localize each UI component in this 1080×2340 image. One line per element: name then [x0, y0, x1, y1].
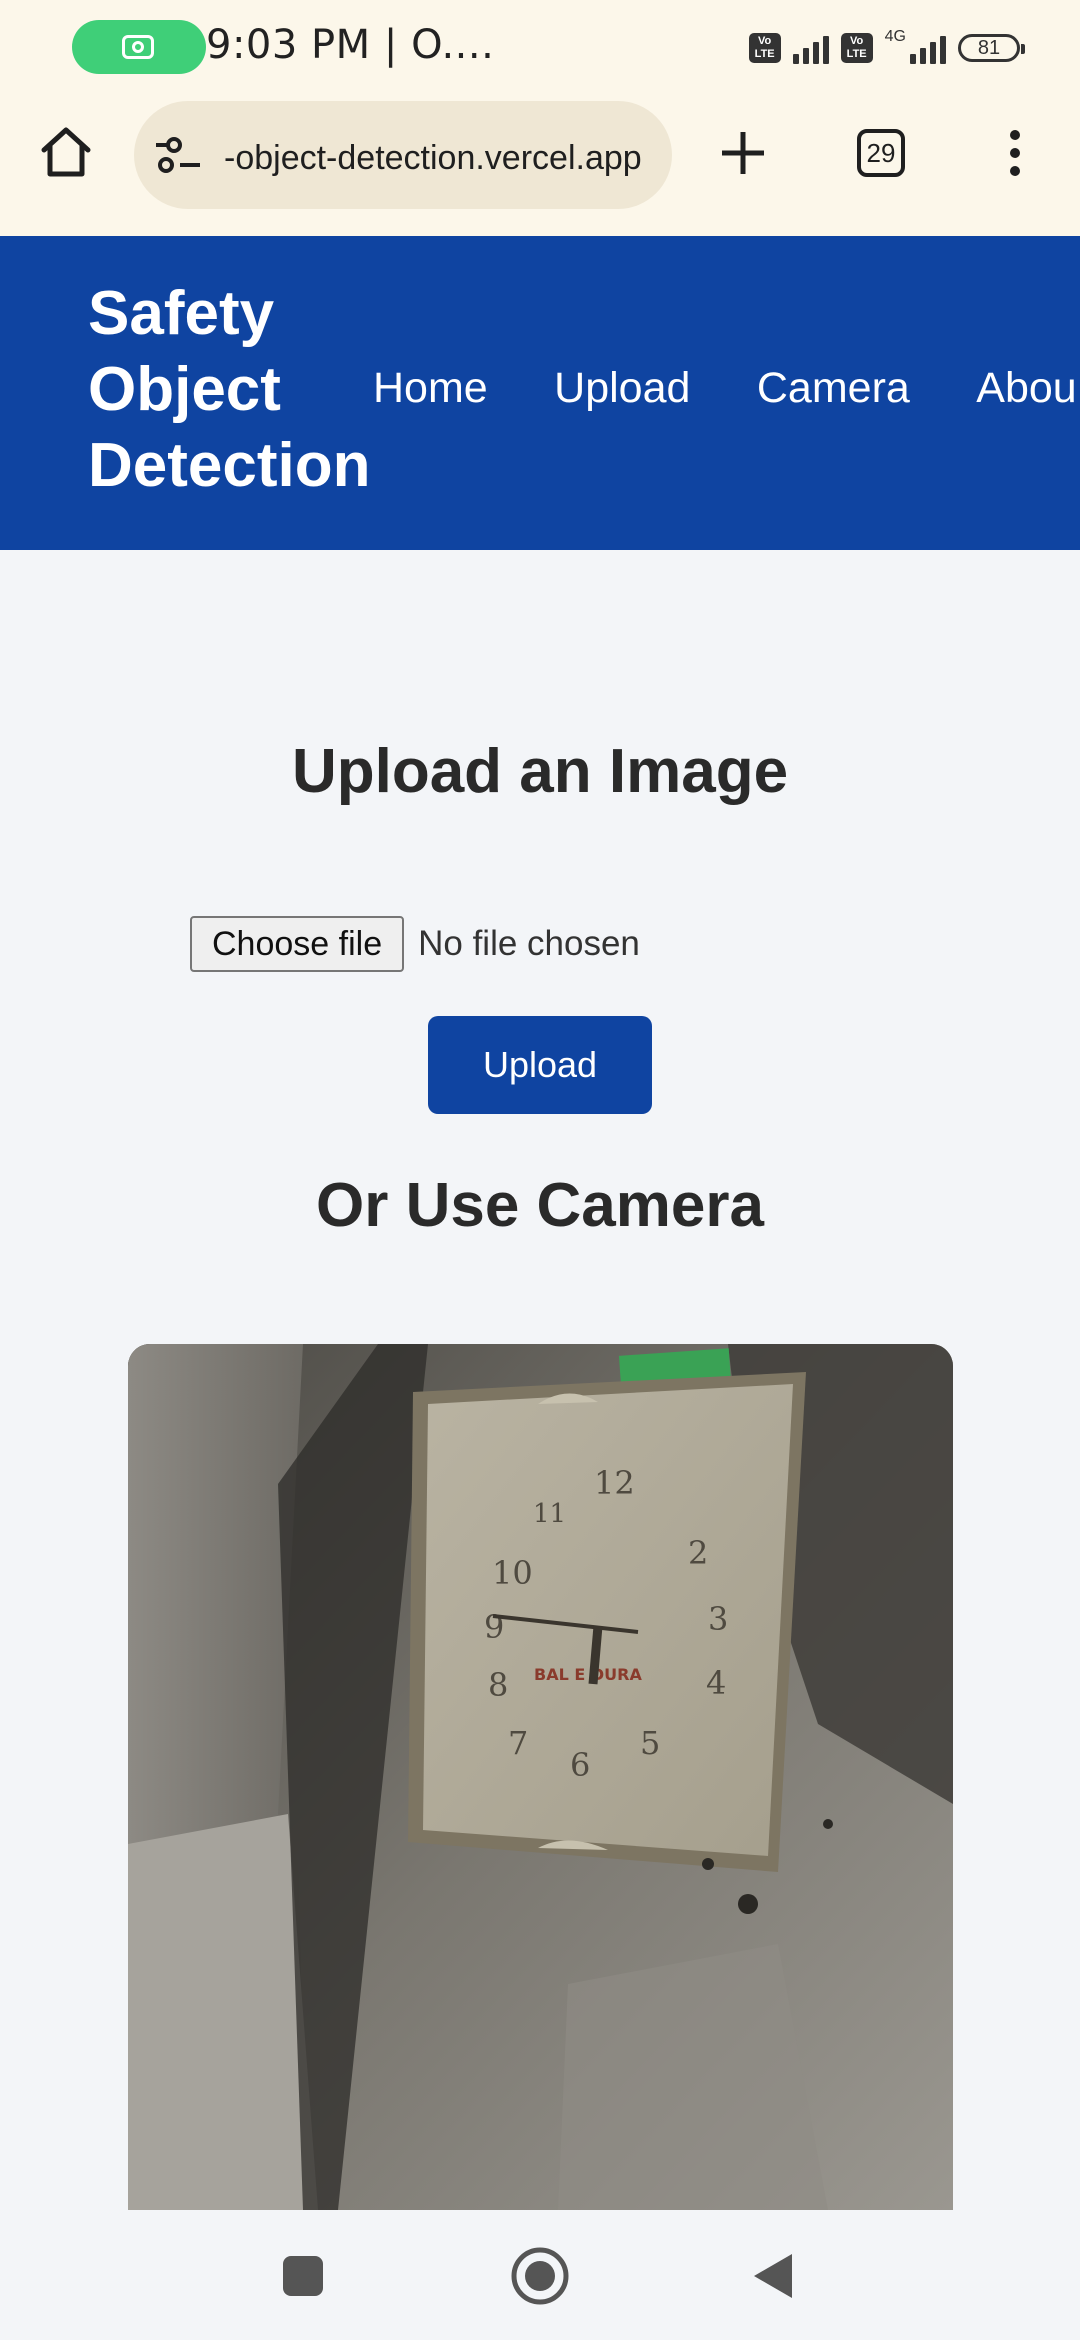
new-tab-icon[interactable] — [718, 128, 768, 178]
svg-text:9: 9 — [484, 1608, 504, 1646]
upload-button[interactable]: Upload — [428, 1016, 652, 1114]
url-text[interactable]: -object-detection.vercel.app — [224, 139, 654, 178]
address-bar[interactable]: -object-detection.vercel.app — [134, 101, 672, 209]
svg-text:10: 10 — [492, 1554, 533, 1592]
status-icons: Vo LTE Vo LTE 4G 81 — [748, 28, 1025, 68]
nav-home-link[interactable]: Home — [373, 364, 488, 412]
svg-text:2: 2 — [688, 1534, 708, 1572]
browser-toolbar: -object-detection.vercel.app 29 — [0, 96, 1080, 236]
svg-text:11: 11 — [533, 1499, 566, 1529]
site-brand[interactable]: Safety Object Detection — [88, 276, 388, 504]
clock-brand-text: BAL E DURA — [534, 1665, 642, 1684]
svg-text:4: 4 — [706, 1664, 726, 1702]
signal-strength-icon — [792, 32, 829, 64]
home-nav-icon[interactable] — [510, 2246, 570, 2306]
system-navigation-bar — [0, 2210, 1080, 2340]
recent-apps-icon[interactable] — [282, 2255, 324, 2297]
svg-text:7: 7 — [508, 1724, 528, 1762]
svg-text:8: 8 — [488, 1666, 508, 1704]
nav-upload-link[interactable]: Upload — [554, 364, 690, 412]
volte-icon: Vo LTE — [748, 33, 781, 63]
battery-icon: 81 — [958, 34, 1025, 62]
file-input[interactable]: Choose file No file chosen — [190, 916, 640, 972]
status-bar: 9:03 PM | O.... Vo LTE Vo LTE 4G 81 — [0, 0, 1080, 96]
camera-feed[interactable]: 12 11 2 10 3 9 4 8 7 5 6 BAL E DURA — [128, 1344, 953, 2210]
site-nav: Home Upload Camera Abou — [373, 364, 1080, 413]
home-icon[interactable] — [38, 124, 94, 180]
svg-text:5: 5 — [640, 1724, 660, 1762]
camera-in-use-indicator[interactable] — [72, 20, 206, 74]
choose-file-button[interactable]: Choose file — [190, 916, 405, 972]
svg-text:12: 12 — [594, 1464, 635, 1502]
file-status-text: No file chosen — [418, 924, 640, 963]
camera-heading: Or Use Camera — [315, 1171, 765, 1240]
main-content: Upload an Image Choose file No file chos… — [0, 550, 1080, 2210]
nav-camera-link[interactable]: Camera — [757, 364, 910, 412]
site-header: Safety Object Detection Home Upload Came… — [0, 236, 1080, 550]
back-icon[interactable] — [752, 2252, 796, 2300]
nav-about-link[interactable]: Abou — [976, 364, 1076, 412]
network-type-label: 4G — [884, 28, 906, 45]
volte-icon-sim2: Vo LTE — [840, 33, 873, 63]
upload-heading: Upload an Image — [291, 737, 789, 806]
camera-lens-icon — [132, 41, 144, 53]
camera-feed-image: 12 11 2 10 3 9 4 8 7 5 6 BAL E DURA — [128, 1344, 953, 2210]
svg-text:3: 3 — [708, 1600, 728, 1638]
signal-strength-icon-sim2 — [910, 32, 946, 64]
more-menu-icon[interactable] — [1008, 130, 1022, 180]
tab-switcher-button[interactable]: 29 — [857, 129, 905, 177]
site-settings-icon[interactable] — [154, 135, 202, 175]
svg-text:6: 6 — [570, 1746, 590, 1784]
status-time: 9:03 PM | O.... — [206, 22, 495, 68]
wall-clock: 12 11 2 10 3 9 4 8 7 5 6 BAL E DURA — [408, 1372, 806, 1872]
